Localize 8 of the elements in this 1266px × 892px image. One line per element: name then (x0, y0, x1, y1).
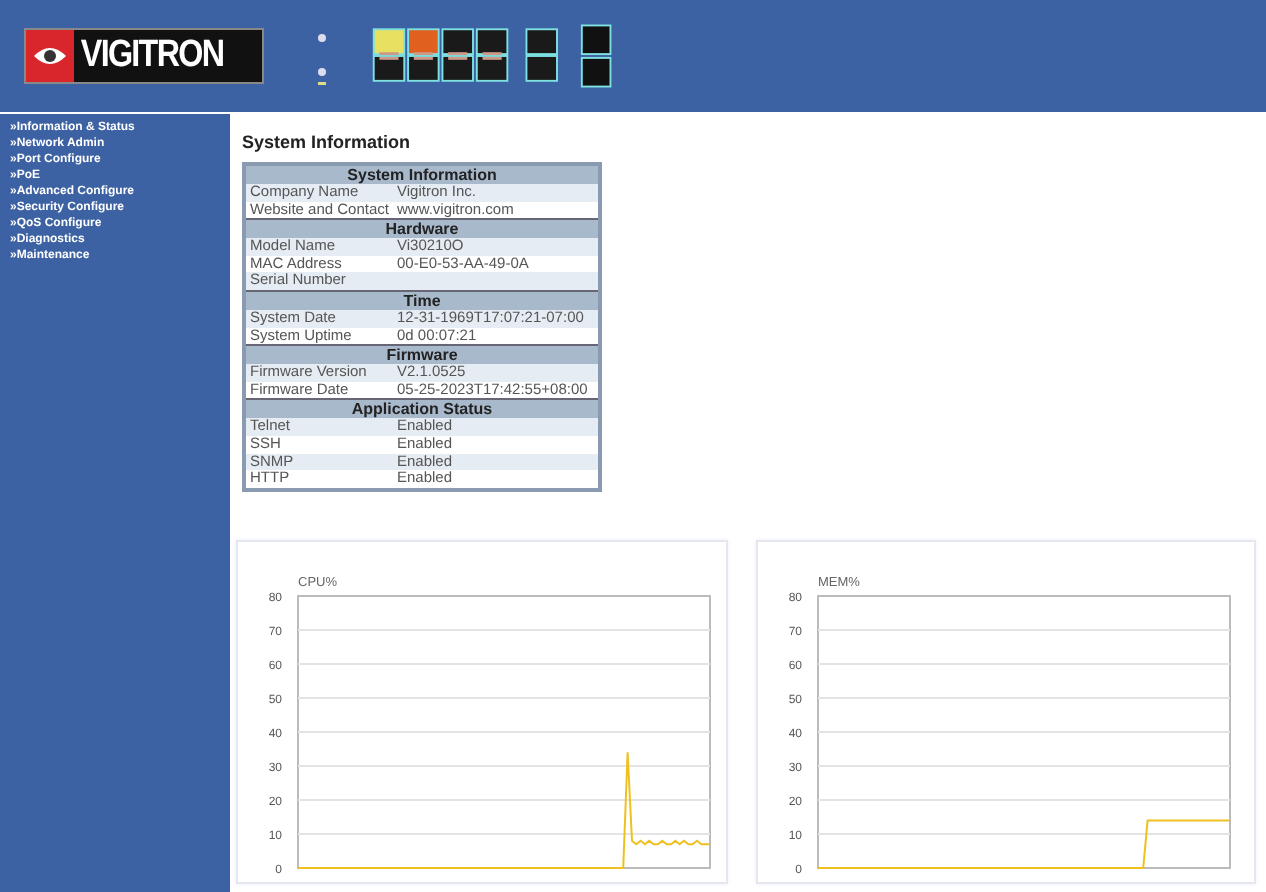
section-header: Time (244, 290, 600, 310)
logo-text: VIGITRON (78, 34, 224, 78)
section-header: Hardware (244, 219, 600, 239)
section-header: Firmware (244, 345, 600, 365)
section-header: System Information (244, 164, 600, 184)
eye-icon (32, 44, 68, 68)
section-header: Application Status (244, 399, 600, 419)
page-title: System Information (242, 132, 413, 152)
